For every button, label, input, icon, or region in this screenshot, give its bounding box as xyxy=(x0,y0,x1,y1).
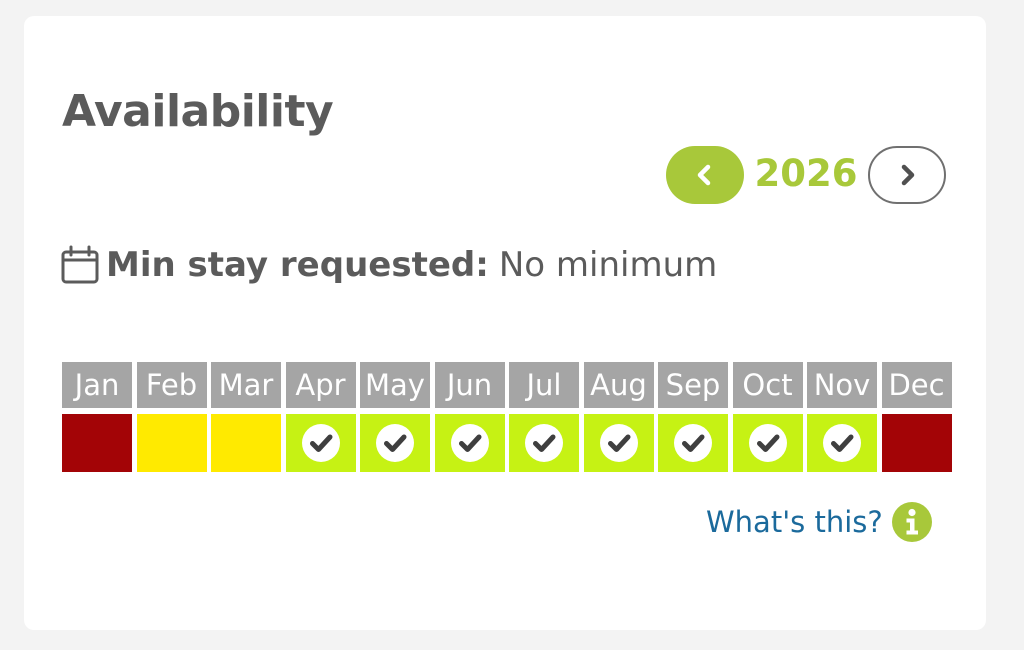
month-status-available xyxy=(434,414,505,472)
section-title: Availability xyxy=(62,86,334,137)
month-column: Sep xyxy=(658,362,728,472)
previous-year-button[interactable] xyxy=(666,146,744,204)
month-column: Apr xyxy=(285,362,356,472)
calendar-icon xyxy=(61,245,99,284)
month-column: Oct xyxy=(732,362,803,472)
month-status-partial xyxy=(136,414,207,472)
month-status-available xyxy=(658,414,728,472)
check-circle-icon xyxy=(599,424,638,462)
year-label: 2026 xyxy=(754,152,858,195)
info-icon xyxy=(891,502,932,542)
whats-this-link[interactable]: What's this? xyxy=(706,500,933,544)
month-header: Nov xyxy=(807,362,877,408)
month-status-booked xyxy=(62,414,132,472)
month-column: Jul xyxy=(509,362,579,472)
min-stay-value: No minimum xyxy=(498,245,718,285)
month-header: Jan xyxy=(62,362,132,408)
month-header: Oct xyxy=(732,362,803,408)
month-header: Mar xyxy=(211,362,281,408)
month-column: Dec xyxy=(881,362,952,472)
availability-card: Availability 2026 Min stay requested: No… xyxy=(24,16,986,630)
month-status-available xyxy=(583,414,654,472)
month-status-available xyxy=(807,414,877,472)
month-column: Feb xyxy=(136,362,207,472)
month-column: Nov xyxy=(807,362,877,472)
month-status-available xyxy=(285,414,356,472)
check-circle-icon xyxy=(525,424,563,462)
check-circle-icon xyxy=(823,424,861,462)
chevron-left-icon xyxy=(697,164,711,186)
month-status-available xyxy=(732,414,803,472)
month-column: May xyxy=(360,362,430,472)
month-column: Mar xyxy=(211,362,281,472)
month-header: Jul xyxy=(509,362,579,408)
month-header: Feb xyxy=(136,362,207,408)
month-column: Jan xyxy=(62,362,132,472)
month-header: Aug xyxy=(583,362,654,408)
month-status-available xyxy=(360,414,430,472)
min-stay-label: Min stay requested: xyxy=(106,245,489,285)
month-column: Aug xyxy=(583,362,654,472)
next-year-button[interactable] xyxy=(868,146,946,204)
month-column: Jun xyxy=(434,362,505,472)
month-status-partial xyxy=(211,414,281,472)
whats-this-label: What's this? xyxy=(706,505,883,539)
chevron-right-icon xyxy=(901,164,915,186)
min-stay-row: Min stay requested: No minimum xyxy=(60,242,717,288)
month-status-available xyxy=(509,414,579,472)
year-navigator: 2026 xyxy=(666,146,948,206)
month-header: Jun xyxy=(434,362,505,408)
month-header: Apr xyxy=(285,362,356,408)
check-circle-icon xyxy=(674,424,712,462)
month-status-booked xyxy=(881,414,952,472)
check-circle-icon xyxy=(301,424,340,462)
month-header: May xyxy=(360,362,430,408)
check-circle-icon xyxy=(376,424,414,462)
check-circle-icon xyxy=(748,424,787,462)
month-header: Dec xyxy=(881,362,952,408)
month-header: Sep xyxy=(658,362,728,408)
check-circle-icon xyxy=(450,424,489,462)
